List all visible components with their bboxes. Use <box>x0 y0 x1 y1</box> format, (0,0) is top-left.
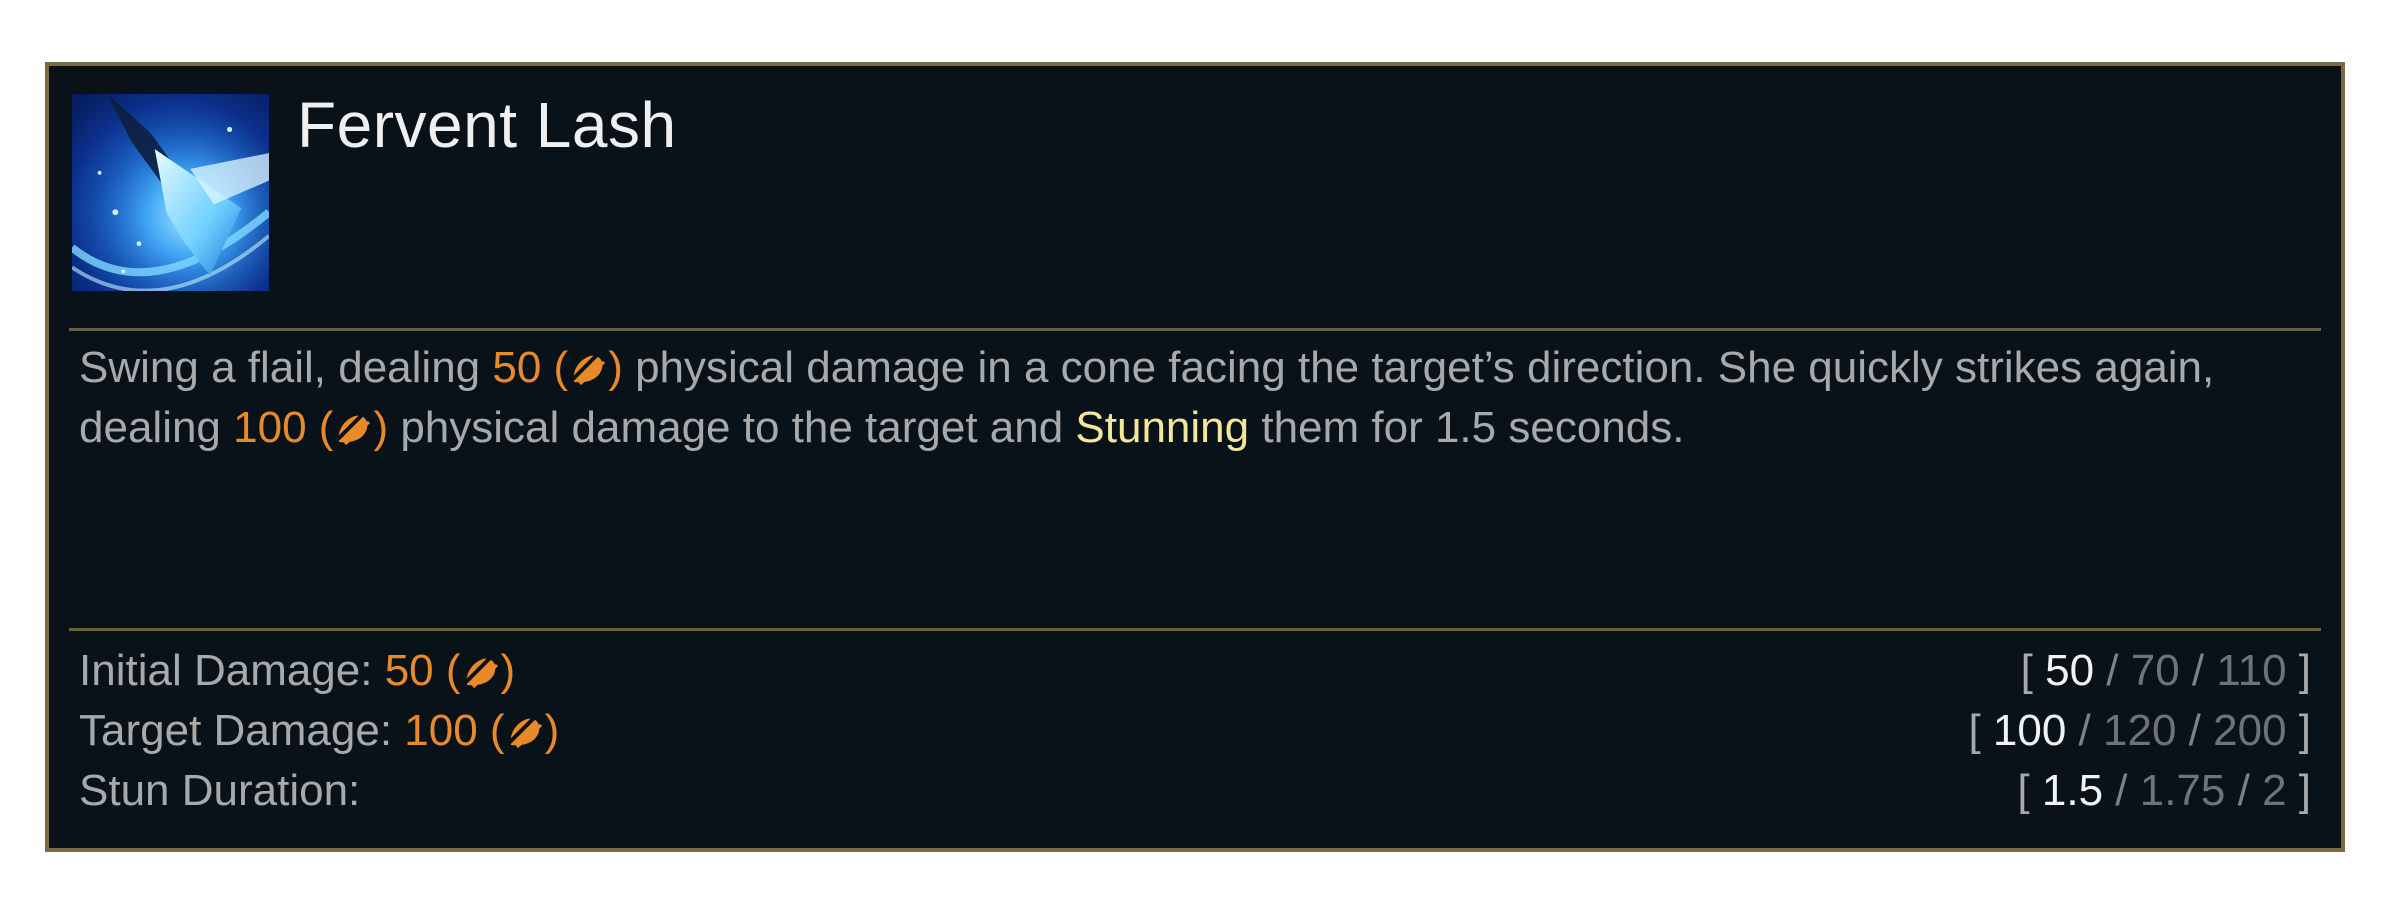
rank-3: 110 <box>2216 646 2287 695</box>
rank-current: 100 <box>1992 706 2067 755</box>
stat-label: Target Damage: <box>79 706 405 755</box>
rank-values: [ 1.5 / 1.75 / 2 ] <box>2017 766 2311 815</box>
flail-strike-ability-icon <box>72 94 269 291</box>
divider <box>69 328 2321 331</box>
stat-label: Stun Duration: <box>79 766 361 815</box>
stat-label: Initial Damage: <box>79 646 385 695</box>
status-keyword: Stunning <box>1075 403 1250 452</box>
stat-row-target-damage: Target Damage: 100 () [ 100 / 120 / 200 … <box>79 701 2311 761</box>
rank-3: 200 <box>2213 706 2287 755</box>
attack-damage-icon <box>570 352 606 386</box>
rank-2: 120 <box>2103 706 2177 755</box>
ability-title: Fervent Lash <box>297 89 677 161</box>
damage-value: 50 () <box>492 343 623 392</box>
divider <box>69 628 2321 631</box>
rank-current: 50 <box>2045 646 2095 695</box>
stat-label-group: Initial Damage: 50 () <box>79 641 515 701</box>
stat-row-initial-damage: Initial Damage: 50 () [ 50 / 70 / 110 ] <box>79 641 2311 701</box>
rank-values: [ 100 / 120 / 200 ] <box>1968 706 2311 755</box>
attack-damage-icon <box>463 655 498 689</box>
stat-label-group: Stun Duration: <box>79 761 360 821</box>
description-text: them for 1.5 seconds. <box>1249 403 1685 452</box>
rank-2: 1.75 <box>2139 766 2226 815</box>
description-text: physical damage to the target and <box>388 403 1076 452</box>
rank-3: 2 <box>2262 766 2287 815</box>
attack-damage-icon <box>507 715 542 749</box>
damage-value: 100 () <box>233 403 389 452</box>
rank-values: [ 50 / 70 / 110 ] <box>2020 646 2311 695</box>
description-text: Swing a flail, dealing <box>79 343 493 392</box>
stat-value: 50 () <box>384 646 516 695</box>
stat-label-group: Target Damage: 100 () <box>79 701 559 761</box>
attack-damage-icon <box>336 412 371 446</box>
stat-row-stun-duration: Stun Duration: [ 1.5 / 1.75 / 2 ] <box>79 761 2311 821</box>
rank-current: 1.5 <box>2041 766 2104 815</box>
rank-2: 70 <box>2130 646 2180 695</box>
ability-tooltip: Fervent Lash Swing a flail, dealing 50 (… <box>45 62 2345 852</box>
stats-section: Initial Damage: 50 () [ 50 / 70 / 110 ] … <box>79 641 2311 821</box>
ability-description: Swing a flail, dealing 50 () physical da… <box>79 338 2319 458</box>
stat-value: 100 () <box>404 706 560 755</box>
